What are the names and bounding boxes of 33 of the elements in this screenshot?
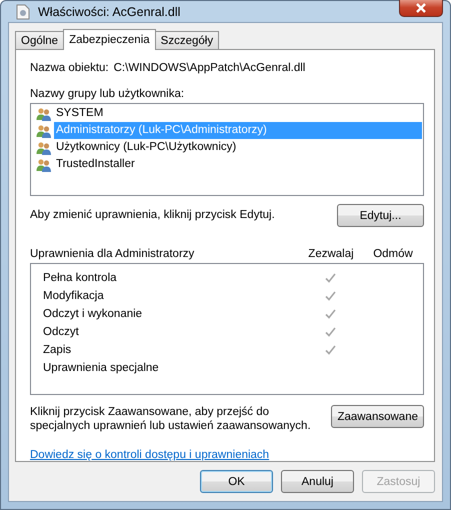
object-name-label: Nazwa obiektu:	[30, 62, 109, 74]
users-icon	[36, 140, 52, 154]
help-link[interactable]: Dowiedz się o kontroli dostępu i uprawnieniach	[30, 449, 270, 461]
advanced-button[interactable]: Zaawansowane	[331, 405, 424, 428]
object-path: C:\WINDOWS\AppPatch\AcGenral.dll	[114, 62, 306, 74]
dialog-button[interactable]: OK	[200, 470, 273, 493]
deny-header: Odmów	[372, 248, 414, 260]
edit-hint: Aby zmienić uprawnienia, kliknij przycisk Edytuj.	[30, 208, 275, 221]
permission-name: Zapis	[43, 344, 72, 356]
permission-name: Odczyt i wykonanie	[43, 308, 144, 320]
tab[interactable]: Ogólne	[15, 31, 64, 49]
permission-name: Odczyt	[43, 326, 80, 338]
permission-name: Uprawnienia specjalne	[43, 362, 160, 374]
tab[interactable]: Zabezpieczenia	[63, 29, 156, 50]
users-icon	[36, 158, 52, 172]
file-icon	[16, 4, 30, 20]
tab[interactable]: Szczegóły	[154, 31, 220, 49]
edit-button[interactable]: Edytuj...	[337, 204, 424, 228]
advanced-hint: Kliknij przycisk Zaawansowane, aby przejść do specjalnych uprawnień lub ustawień zaawansowanych.	[30, 405, 312, 433]
group-item[interactable]: Użytkownicy (Luk-PC\Użytkownicy)	[54, 139, 422, 156]
window-title: Właściwości: AcGenral.dll	[38, 4, 182, 18]
dialog-button[interactable]: Anuluj	[281, 470, 354, 493]
group-item[interactable]: TrustedInstaller	[54, 156, 422, 173]
permissions-title: Uprawnienia dla Administratorzy	[30, 248, 196, 260]
allow-header: Zezwalaj	[307, 248, 355, 260]
groups-label: Nazwy grupy lub użytkownika:	[30, 88, 186, 100]
close-button[interactable]	[399, 0, 443, 17]
users-icon	[36, 124, 52, 138]
users-icon	[36, 106, 52, 120]
close-icon	[415, 2, 427, 12]
group-item[interactable]: SYSTEM	[54, 105, 422, 122]
permission-name: Modyfikacja	[43, 290, 105, 302]
permission-name: Pełna kontrola	[43, 272, 118, 284]
